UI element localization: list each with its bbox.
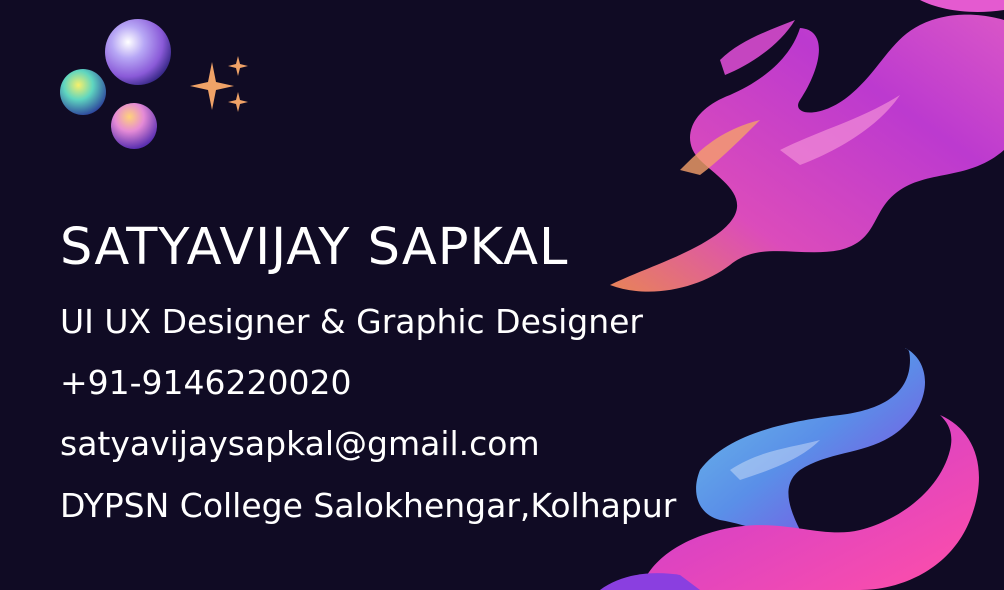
business-card: SATYAVIJAY SAPKAL UI UX Designer & Graph… — [0, 0, 1004, 590]
address: DYPSN College Salokhengar,Kolhapur — [60, 486, 677, 525]
sparkle-icon — [190, 56, 248, 112]
bubble-icon — [105, 19, 171, 85]
email-address: satyavijaysapkal@gmail.com — [60, 424, 540, 463]
phone-number: +91-9146220020 — [60, 363, 352, 402]
job-title: UI UX Designer & Graphic Designer — [60, 302, 643, 341]
flame-swirl — [610, 0, 1004, 292]
bubble-icon — [60, 69, 106, 115]
person-name: SATYAVIJAY SAPKAL — [60, 218, 569, 277]
wave-swirl — [600, 348, 979, 590]
bubble-icon — [111, 103, 157, 149]
